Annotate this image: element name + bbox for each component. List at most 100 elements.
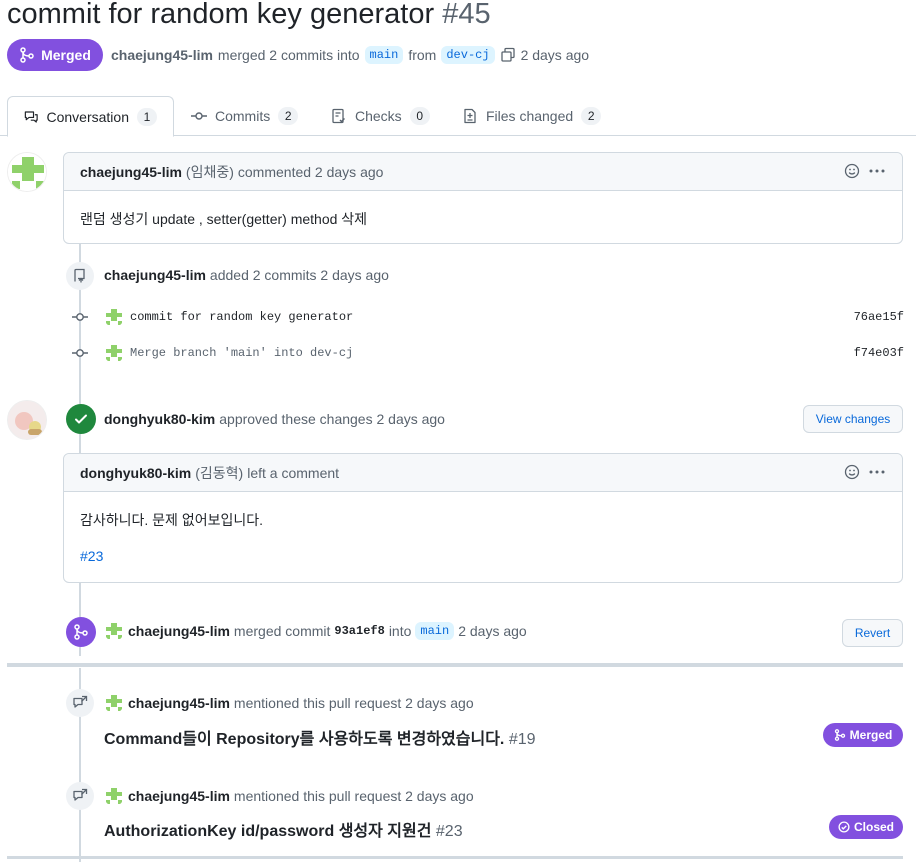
pr-merged-text: merged 2 commits into bbox=[217, 47, 360, 63]
comment-display-name: (임채중) bbox=[185, 163, 234, 180]
comment-body: 감사하니다. 문제 없어보입니다. bbox=[80, 512, 263, 528]
tab-files-changed-label: Files changed bbox=[486, 108, 574, 124]
merged-event-badge bbox=[66, 617, 96, 647]
comment-box: chaejung45-lim (임채중) commented 2 days ag… bbox=[63, 152, 903, 244]
mention-action: mentioned this pull request 2 days ago bbox=[233, 788, 474, 804]
tab-checks-label: Checks bbox=[355, 108, 402, 124]
mention-event-text: chaejung45-lim mentioned this pull reque… bbox=[104, 786, 474, 806]
smiley-icon[interactable] bbox=[844, 163, 860, 179]
mentioned-pr-state-label: Closed bbox=[853, 820, 894, 834]
cross-reference-badge bbox=[66, 782, 94, 810]
view-changes-button[interactable]: View changes bbox=[803, 405, 903, 433]
pr-title: commit for random key generator #45 bbox=[7, 0, 491, 34]
mention-author-avatar[interactable] bbox=[104, 693, 124, 713]
comment-actions bbox=[844, 464, 886, 480]
mentioned-pr-state-merged: Merged bbox=[823, 723, 903, 747]
mention-event-text: chaejung45-lim mentioned this pull reque… bbox=[104, 693, 474, 713]
merger-avatar[interactable] bbox=[104, 621, 124, 641]
repo-push-badge bbox=[66, 262, 94, 290]
issue-reference-link[interactable]: #23 bbox=[80, 548, 103, 564]
tab-conversation-label: Conversation bbox=[46, 108, 130, 125]
cross-reference-badge bbox=[66, 689, 94, 717]
conversation-icon bbox=[24, 110, 38, 123]
mentioned-pr-title[interactable]: Command들이 Repository를 사용하도록 변경하였습니다. #19 bbox=[104, 725, 536, 749]
mention-action: mentioned this pull request 2 days ago bbox=[233, 695, 474, 711]
photo-avatar bbox=[8, 401, 46, 439]
mention-author[interactable]: chaejung45-lim bbox=[128, 695, 230, 711]
commit-message-link[interactable]: Merge branch 'main' into dev-cj bbox=[130, 346, 353, 360]
copy-icon[interactable] bbox=[500, 47, 516, 63]
repo-push-icon bbox=[74, 268, 85, 283]
commit-icon bbox=[191, 112, 207, 120]
mentioned-pr-title-text[interactable]: AuthorizationKey id/password 생성자 지원건 bbox=[104, 823, 431, 840]
merge-target-branch[interactable]: main bbox=[415, 622, 455, 640]
tab-commits[interactable]: Commits 2 bbox=[191, 96, 299, 136]
timeline-divider bbox=[7, 856, 903, 859]
pr-tabs: Conversation 1 Commits 2 Checks 0 Files … bbox=[0, 96, 916, 137]
commit-author-avatar[interactable] bbox=[104, 343, 124, 363]
timeline-divider bbox=[7, 663, 903, 667]
commits-event-action: added 2 commits 2 days ago bbox=[209, 267, 389, 283]
reviewer-author[interactable]: donghyuk80-kim bbox=[104, 411, 215, 427]
comment-author[interactable]: chaejung45-lim bbox=[80, 164, 182, 180]
merger-author[interactable]: chaejung45-lim bbox=[128, 623, 230, 639]
pr-time: 2 days ago bbox=[520, 47, 590, 63]
merge-event-action: merged commit bbox=[233, 623, 331, 639]
mentioned-pr-title-text[interactable]: Command들이 Repository를 사용하도록 변경하였습니다. bbox=[104, 731, 504, 748]
review-action: approved these changes 2 days ago bbox=[219, 411, 445, 427]
comment-action: left a comment bbox=[247, 464, 340, 481]
revert-button[interactable]: Revert bbox=[842, 619, 903, 647]
commit-sha-link[interactable]: 76ae15f bbox=[854, 310, 904, 324]
mention-author-avatar[interactable] bbox=[104, 786, 124, 806]
commit-message-link[interactable]: commit for random key generator bbox=[130, 310, 353, 324]
checklist-icon bbox=[332, 108, 345, 124]
commit-row: Merge branch 'main' into dev-cj f74e03f bbox=[70, 341, 904, 365]
commits-event-author[interactable]: chaejung45-lim bbox=[104, 267, 206, 283]
circle-slash-icon bbox=[838, 821, 850, 833]
kebab-horizontal-icon[interactable] bbox=[868, 464, 886, 480]
cross-reference-icon bbox=[73, 695, 88, 708]
tab-checks-count: 0 bbox=[409, 107, 430, 125]
mentioned-pr-number[interactable]: #19 bbox=[509, 731, 536, 748]
pr-author-link[interactable]: chaejung45-lim bbox=[111, 47, 213, 63]
pr-from-text: from bbox=[408, 47, 437, 63]
base-branch[interactable]: main bbox=[364, 46, 404, 64]
commit-author-avatar[interactable] bbox=[104, 307, 124, 327]
comment-actions bbox=[844, 163, 886, 179]
merge-icon bbox=[74, 624, 88, 640]
merge-event-text: chaejung45-lim merged commit 93a1ef8 int… bbox=[104, 621, 527, 641]
review-event-text: donghyuk80-kim approved these changes 2 … bbox=[104, 411, 445, 427]
tab-checks[interactable]: Checks 0 bbox=[331, 96, 430, 136]
merge-icon bbox=[834, 729, 845, 741]
mentioned-pr-title[interactable]: AuthorizationKey id/password 생성자 지원건 #23 bbox=[104, 817, 463, 841]
merge-time: 2 days ago bbox=[458, 623, 527, 639]
review-comment-box: donghyuk80-kim (김동혁) left a comment 감사하니… bbox=[63, 453, 903, 583]
merge-commit-sha[interactable]: 93a1ef8 bbox=[334, 624, 384, 638]
identicon-avatar bbox=[8, 153, 46, 191]
smiley-icon[interactable] bbox=[844, 464, 860, 480]
commit-sha-link[interactable]: f74e03f bbox=[854, 346, 904, 360]
tab-files-changed[interactable]: Files changed 2 bbox=[462, 96, 602, 136]
mentioned-pr-state-closed: Closed bbox=[829, 815, 903, 839]
reviewer-avatar[interactable] bbox=[7, 400, 47, 440]
merge-icon bbox=[20, 47, 34, 63]
tab-conversation[interactable]: Conversation 1 bbox=[7, 96, 174, 137]
mention-author[interactable]: chaejung45-lim bbox=[128, 788, 230, 804]
kebab-horizontal-icon[interactable] bbox=[868, 163, 886, 179]
cross-reference-icon bbox=[73, 788, 88, 801]
mentioned-pr-number[interactable]: #23 bbox=[436, 823, 463, 840]
comment-body: 랜덤 생성기 update , setter(getter) method 삭제 bbox=[80, 211, 368, 227]
tab-files-changed-count: 2 bbox=[581, 107, 602, 125]
merge-into-text: into bbox=[388, 623, 412, 639]
avatar[interactable] bbox=[7, 152, 47, 192]
tab-commits-count: 2 bbox=[278, 107, 299, 125]
check-icon bbox=[75, 414, 87, 424]
head-branch[interactable]: dev-cj bbox=[441, 46, 495, 64]
comment-author[interactable]: donghyuk80-kim bbox=[80, 465, 191, 481]
tab-conversation-count: 1 bbox=[137, 107, 157, 126]
comment-action: commented 2 days ago bbox=[237, 163, 384, 180]
commits-event-text: chaejung45-lim added 2 commits 2 days ag… bbox=[104, 267, 389, 283]
pr-subline: chaejung45-lim merged 2 commits into mai… bbox=[111, 46, 589, 64]
comment-display-name: (김동혁) bbox=[195, 464, 244, 481]
pr-number: #45 bbox=[442, 0, 491, 30]
